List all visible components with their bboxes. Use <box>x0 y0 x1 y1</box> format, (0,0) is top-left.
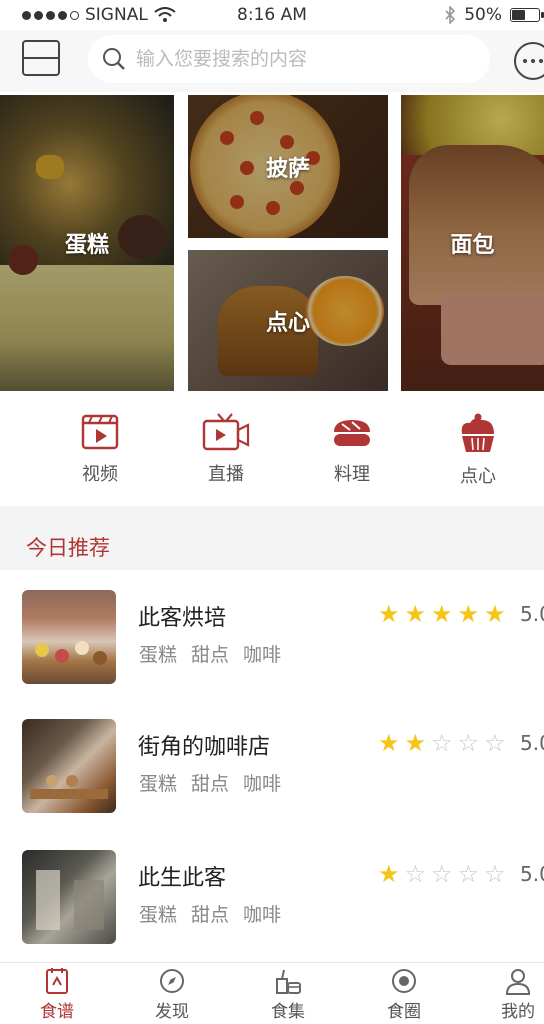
circle-icon <box>392 969 416 993</box>
more-options-button[interactable] <box>514 42 544 80</box>
list-item[interactable]: 此客烘培 蛋糕 甜点 咖啡 ★★★★★ 5.0 <box>0 590 544 700</box>
tag: 咖啡 <box>243 773 282 795</box>
battery-group: 50% <box>444 5 544 25</box>
category-nav: 视频 直播 料理 点心 <box>0 404 544 504</box>
rating-score: 5.0 <box>520 731 544 755</box>
rating-score: 5.0 <box>520 862 544 886</box>
banner-label-dessert: 点心 <box>265 310 310 336</box>
category-banner: 蛋糕 披萨 点心 面包 <box>0 95 544 391</box>
star-filled-icon: ★ <box>484 600 506 628</box>
recipe-icon <box>46 968 68 994</box>
category-video[interactable]: 视频 <box>60 412 140 486</box>
video-icon <box>81 414 119 450</box>
star-filled-icon: ★ <box>457 600 480 628</box>
restaurant-thumbnail <box>22 719 116 813</box>
restaurant-name: 街角的咖啡店 <box>138 735 271 760</box>
scan-icon[interactable] <box>22 40 60 76</box>
status-bar: SIGNAL 8:16 AM 50% <box>0 0 544 30</box>
category-live[interactable]: 直播 <box>186 412 266 486</box>
star-rating: ★ ★ ★ ★ ★ <box>378 602 506 626</box>
tab-label: 发现 <box>155 1002 189 1022</box>
tab-profile[interactable]: 我的 <box>478 967 544 1022</box>
star-filled-icon: ★ <box>404 729 427 757</box>
section-header: 今日推荐 <box>0 506 544 570</box>
banner-tile-cake[interactable]: 蛋糕 <box>0 95 174 391</box>
banner-tile-pizza[interactable]: 披萨 <box>188 95 388 238</box>
tab-label: 食圈 <box>387 1002 421 1022</box>
search-bar[interactable] <box>88 35 490 83</box>
restaurant-tags: 蛋糕 甜点 咖啡 <box>139 769 281 796</box>
restaurant-tags: 蛋糕 甜点 咖啡 <box>139 900 281 927</box>
tag: 蛋糕 <box>139 904 178 926</box>
category-label: 直播 <box>208 464 244 485</box>
tab-label: 我的 <box>501 1002 535 1022</box>
live-tv-icon <box>202 413 250 451</box>
star-empty-icon: ☆ <box>484 729 506 757</box>
category-label: 视频 <box>82 464 118 485</box>
cupcake-icon <box>461 413 494 452</box>
restaurant-thumbnail <box>22 850 116 944</box>
tab-label: 食谱 <box>40 1002 74 1022</box>
battery-percent: 50% <box>464 5 502 25</box>
tag: 蛋糕 <box>139 773 178 795</box>
compass-icon <box>160 969 184 993</box>
sushi-icon <box>334 420 370 446</box>
star-filled-icon: ★ <box>431 600 453 628</box>
star-empty-icon: ☆ <box>431 729 453 757</box>
search-icon <box>103 48 125 70</box>
banner-label-bread: 面包 <box>450 233 495 258</box>
rating-score: 5.0 <box>520 602 544 626</box>
restaurant-thumbnail <box>22 590 116 684</box>
tab-circle[interactable]: 食圈 <box>364 967 444 1022</box>
user-icon <box>505 969 531 995</box>
tag: 咖啡 <box>243 644 282 666</box>
banner-tile-dessert[interactable]: 点心 <box>188 250 388 391</box>
bluetooth-icon <box>445 6 456 24</box>
category-label: 点心 <box>460 466 496 487</box>
star-rating: ★ ☆ ☆ ☆ ☆ <box>378 862 506 886</box>
top-header <box>0 30 544 92</box>
category-dessert[interactable]: 点心 <box>438 412 518 488</box>
tab-label: 食集 <box>271 1002 305 1022</box>
tag: 甜点 <box>191 773 230 795</box>
tab-food-set[interactable]: 食集 <box>248 967 328 1022</box>
category-cuisine[interactable]: 料理 <box>312 412 392 486</box>
search-input[interactable] <box>136 48 466 70</box>
battery-icon <box>510 8 544 22</box>
restaurant-name: 此客烘培 <box>138 606 227 631</box>
star-empty-icon: ☆ <box>457 860 480 888</box>
star-empty-icon: ☆ <box>431 860 453 888</box>
list-item[interactable]: 街角的咖啡店 蛋糕 甜点 咖啡 ★★☆☆☆ 5.0 <box>0 719 544 829</box>
section-title: 今日推荐 <box>26 536 110 560</box>
banner-label-pizza: 披萨 <box>265 156 310 182</box>
list-item[interactable]: 此生此客 蛋糕 甜点 咖啡 ★☆☆☆☆ 5.0 <box>0 850 544 960</box>
banner-tile-bread[interactable]: 面包 <box>401 95 544 391</box>
restaurant-name: 此生此客 <box>138 866 227 891</box>
star-filled-icon: ★ <box>378 600 400 628</box>
tag: 蛋糕 <box>139 644 178 666</box>
bottom-tab-bar: 食谱 发现 食集 食圈 我的 <box>0 962 544 1024</box>
tab-discover[interactable]: 发现 <box>132 967 212 1022</box>
tag: 咖啡 <box>243 904 282 926</box>
category-label: 料理 <box>334 464 370 485</box>
star-empty-icon: ☆ <box>457 729 480 757</box>
tab-recipes[interactable]: 食谱 <box>17 967 97 1022</box>
star-rating: ★ ★ ☆ ☆ ☆ <box>378 731 506 755</box>
food-set-icon <box>276 969 301 994</box>
tag: 甜点 <box>191 904 230 926</box>
tag: 甜点 <box>191 644 230 666</box>
star-empty-icon: ☆ <box>404 860 427 888</box>
banner-label-cake: 蛋糕 <box>64 233 109 258</box>
star-filled-icon: ★ <box>404 600 427 628</box>
star-filled-icon: ★ <box>378 729 400 757</box>
star-empty-icon: ☆ <box>484 860 506 888</box>
restaurant-tags: 蛋糕 甜点 咖啡 <box>139 640 281 667</box>
star-filled-icon: ★ <box>378 860 400 888</box>
